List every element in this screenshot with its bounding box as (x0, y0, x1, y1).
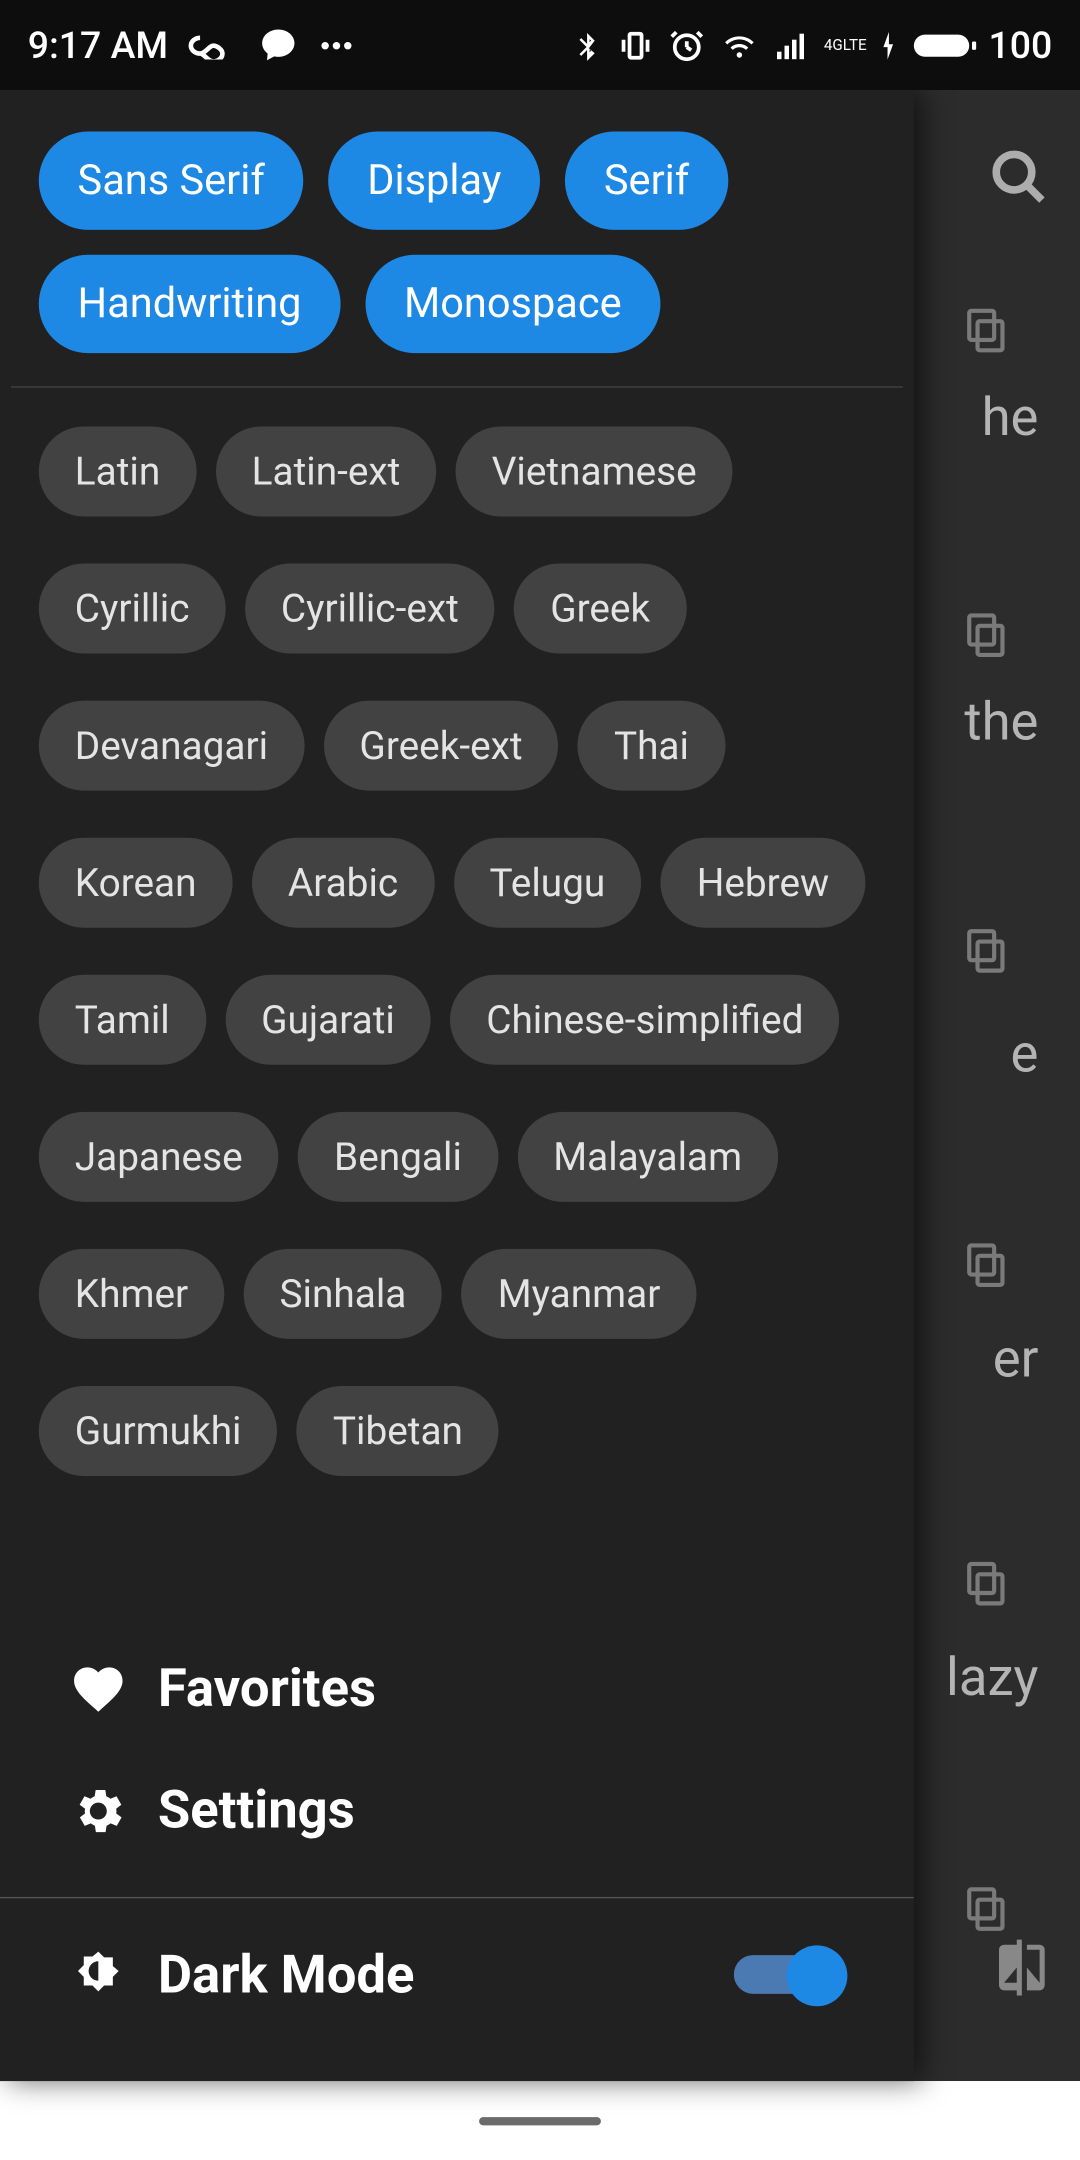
battery-percentage: 100 (989, 23, 1053, 67)
script-chip[interactable]: Vietnamese (456, 426, 733, 516)
dark-mode-toggle[interactable] (734, 1948, 845, 2003)
script-chip[interactable]: Cyrillic-ext (245, 564, 495, 654)
script-chip[interactable]: Tibetan (297, 1386, 499, 1476)
more-icon (318, 26, 357, 65)
category-chip[interactable]: Serif (565, 132, 728, 230)
vibrate-icon (616, 27, 655, 63)
category-chip[interactable]: Display (328, 132, 540, 230)
script-chip[interactable]: Cyrillic (39, 564, 226, 654)
font-scripts: Latin Latin-ext Vietnamese Cyrillic Cyri… (0, 413, 914, 1518)
infinity-icon (187, 31, 240, 59)
script-chip[interactable]: Telugu (454, 838, 642, 928)
status-bar: 9:17 AM 4G LTE (0, 0, 1080, 90)
copy-icon[interactable] (961, 925, 1011, 975)
script-chip[interactable]: Devanagari (39, 701, 304, 791)
category-chip[interactable]: Monospace (365, 255, 660, 353)
system-nav-bar (0, 2081, 1080, 2160)
copy-icon[interactable] (961, 609, 1011, 659)
navigation-drawer: Sans Serif Display Serif Handwriting Mon… (0, 90, 914, 2081)
sample-text-fragment: er (993, 1329, 1039, 1390)
copy-icon[interactable] (961, 1883, 1011, 1933)
heart-icon (69, 1660, 127, 1718)
script-chip[interactable]: Bengali (298, 1112, 498, 1202)
script-chip[interactable]: Gurmukhi (39, 1386, 278, 1476)
alarm-icon (669, 27, 705, 63)
script-chip[interactable]: Japanese (39, 1112, 279, 1202)
favorites-menu-item[interactable]: Favorites (69, 1628, 858, 1750)
favorites-label: Favorites (158, 1659, 376, 1720)
divider (0, 1897, 914, 1898)
dark-mode-label: Dark Mode (158, 1945, 415, 2006)
copy-icon[interactable] (961, 1558, 1011, 1608)
signal-icon (774, 27, 810, 63)
script-chip[interactable]: Hebrew (661, 838, 865, 928)
script-chip[interactable]: Myanmar (462, 1249, 697, 1339)
script-chip[interactable]: Greek (514, 564, 686, 654)
charging-icon (881, 27, 898, 63)
script-chip[interactable]: Thai (578, 701, 725, 791)
script-chip[interactable]: Malayalam (517, 1112, 778, 1202)
status-time: 9:17 AM (28, 23, 168, 67)
font-categories: Sans Serif Display Serif Handwriting Mon… (0, 90, 914, 361)
script-chip[interactable]: Latin-ext (216, 426, 437, 516)
script-chip[interactable]: Latin (39, 426, 197, 516)
bluetooth-icon (572, 27, 602, 63)
compare-icon[interactable] (991, 1937, 1052, 1998)
chat-icon (259, 26, 298, 65)
script-chip[interactable]: Chinese-simplified (450, 975, 839, 1065)
settings-label: Settings (158, 1781, 355, 1842)
script-chip[interactable]: Greek-ext (323, 701, 558, 791)
sample-text-fragment: the (964, 692, 1038, 753)
script-chip[interactable]: Korean (39, 838, 233, 928)
search-icon[interactable] (989, 147, 1050, 208)
status-right: 4G LTE 100 (572, 23, 1052, 67)
wifi-icon (719, 27, 761, 63)
copy-icon[interactable] (961, 305, 1011, 355)
battery-indicator: 100 (911, 23, 1052, 67)
sample-text-fragment: lazy (946, 1648, 1038, 1709)
nav-home-pill[interactable] (479, 2116, 601, 2124)
script-chip[interactable]: Arabic (252, 838, 434, 928)
copy-icon[interactable] (961, 1239, 1011, 1289)
dark-mode-row: Dark Mode (0, 1909, 914, 2042)
script-chip[interactable]: Sinhala (244, 1249, 443, 1339)
brightness-icon (69, 1947, 127, 2005)
script-chip[interactable]: Tamil (39, 975, 206, 1065)
drawer-menu: Favorites Settings (0, 1518, 914, 1886)
sample-text-fragment: he (982, 388, 1039, 449)
script-chip[interactable]: Gujarati (225, 975, 431, 1065)
status-left: 9:17 AM (28, 23, 357, 67)
divider (11, 386, 903, 387)
settings-menu-item[interactable]: Settings (69, 1750, 858, 1872)
category-chip[interactable]: Handwriting (39, 255, 340, 353)
network-type: 4G LTE (824, 27, 867, 63)
category-chip[interactable]: Sans Serif (39, 132, 304, 230)
sample-text-fragment: e (1011, 1025, 1039, 1086)
gear-icon (69, 1782, 127, 1840)
script-chip[interactable]: Khmer (39, 1249, 224, 1339)
